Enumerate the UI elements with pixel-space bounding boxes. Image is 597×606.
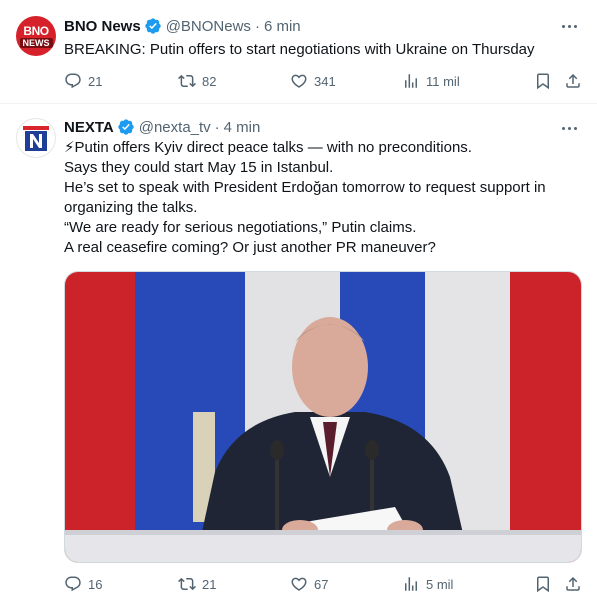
share-button[interactable] <box>564 71 582 91</box>
verified-badge-icon <box>117 118 135 136</box>
views-icon <box>405 577 417 591</box>
repost-count: 21 <box>202 576 217 592</box>
reply-icon <box>65 73 81 89</box>
views-count: 5 mil <box>426 576 454 592</box>
tweet-text-line: BREAKING: Putin offers to start negotiat… <box>64 41 535 58</box>
tweet-actions: 21 82 341 11 mil <box>64 71 581 91</box>
avatar[interactable] <box>16 118 56 158</box>
more-icon[interactable] <box>559 120 579 136</box>
like-count: 341 <box>314 73 336 89</box>
tweet-text-line: organizing the talks. <box>64 199 198 216</box>
separator-dot: · <box>254 17 260 35</box>
reply-count: 21 <box>88 73 103 89</box>
like-icon <box>291 74 307 88</box>
avatar[interactable]: BNO NEWS <box>16 16 56 56</box>
tweet-text-line: “We are ready for serious negotiations,”… <box>64 219 417 236</box>
tweet-bno-news[interactable]: BNO NEWS BNO News @BNONews · 6 min BREAK… <box>0 0 597 104</box>
author-handle[interactable]: @BNONews <box>166 18 251 35</box>
bookmark-button[interactable] <box>534 71 552 91</box>
like-count: 67 <box>314 576 329 592</box>
tweet-text: ⚡Putin offers Kyiv direct peace talks — … <box>64 138 581 258</box>
timestamp[interactable]: 6 min <box>264 18 301 35</box>
share-icon <box>566 73 580 88</box>
share-icon <box>566 576 580 591</box>
repost-count: 82 <box>202 73 217 89</box>
reply-count: 16 <box>88 576 103 592</box>
tweet-text: BREAKING: Putin offers to start negotiat… <box>64 40 581 60</box>
repost-icon <box>178 577 196 591</box>
views-button[interactable]: 5 mil <box>402 574 453 594</box>
author-name[interactable]: BNO News <box>64 18 141 35</box>
tweet-text-line: A real ceasefire coming? Or just another… <box>64 239 436 256</box>
verified-badge-icon <box>144 17 162 35</box>
repost-button[interactable]: 21 <box>178 574 216 594</box>
bookmark-button[interactable] <box>534 574 552 594</box>
nexta-logo-icon <box>23 126 49 151</box>
repost-button[interactable]: 82 <box>178 71 216 91</box>
bookmark-icon <box>537 576 549 593</box>
like-button[interactable]: 67 <box>290 574 328 594</box>
reply-button[interactable]: 16 <box>64 574 102 594</box>
tweet-header: BNO News @BNONews · 6 min <box>64 16 301 36</box>
reply-button[interactable]: 21 <box>64 71 102 91</box>
views-count: 11 mil <box>426 73 460 89</box>
repost-icon <box>178 74 196 88</box>
reply-icon <box>65 576 81 592</box>
share-button[interactable] <box>564 574 582 594</box>
views-icon <box>405 74 417 88</box>
author-name[interactable]: NEXTA <box>64 119 114 136</box>
tweet-text-line: ⚡Putin offers Kyiv direct peace talks — … <box>64 139 472 156</box>
views-button[interactable]: 11 mil <box>402 71 460 91</box>
like-icon <box>291 577 307 591</box>
bookmark-icon <box>537 73 549 90</box>
avatar-logo-subtext: NEWS <box>19 37 53 48</box>
avatar-logo-text: BNO <box>23 23 49 38</box>
separator-dot: · <box>214 118 220 136</box>
tweet-text-line: He’s set to speak with President Erdoğan… <box>64 179 546 196</box>
tweet-media-image[interactable] <box>64 271 582 563</box>
tweet-header: NEXTA @nexta_tv · 4 min <box>64 117 260 137</box>
tweet-nexta[interactable]: NEXTA @nexta_tv · 4 min ⚡Putin offers Ky… <box>0 104 597 606</box>
more-icon[interactable] <box>559 18 579 34</box>
timestamp[interactable]: 4 min <box>224 119 261 136</box>
author-handle[interactable]: @nexta_tv <box>139 119 211 136</box>
tweet-text-line: Says they could start May 15 in Istanbul… <box>64 159 334 176</box>
tweet-actions: 16 21 67 5 mil <box>64 574 581 594</box>
video-still-illustration <box>65 272 581 562</box>
like-button[interactable]: 341 <box>290 71 336 91</box>
